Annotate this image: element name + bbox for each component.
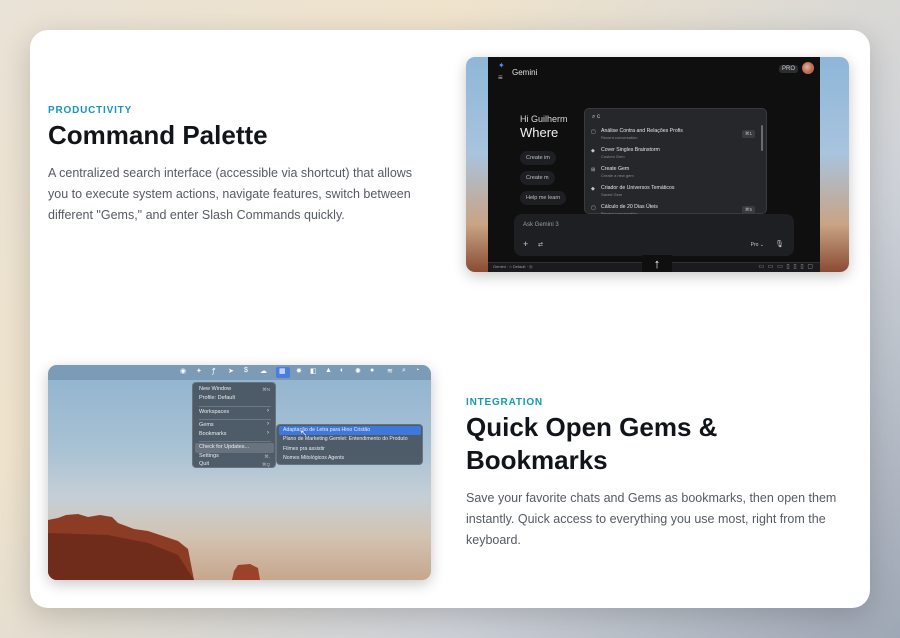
status-icon[interactable]: ✸ <box>296 367 302 375</box>
menu-divider <box>199 419 271 420</box>
palette-item-title: Cálculo de 20 Dias Úteis <box>601 204 658 210</box>
app-name: Gemini <box>512 68 538 77</box>
app-menu-icon[interactable]: ▦ <box>279 367 286 375</box>
menu-item-workspaces[interactable]: Workspaces <box>199 409 229 415</box>
palette-item[interactable]: ⊞ Create Gem Create a new gem <box>585 163 761 182</box>
model-selector[interactable]: Pro ⌄ <box>751 242 764 248</box>
status-icon[interactable]: ꝭ <box>212 367 215 376</box>
menu-item-new-window[interactable]: New Window <box>199 386 231 392</box>
section-description-quick-open: Save your favorite chats and Gems as boo… <box>466 491 837 547</box>
chip-label: Help me learn <box>526 195 561 201</box>
suggestion-chip[interactable]: Create m <box>520 171 555 185</box>
telegram-icon[interactable]: ➤ <box>228 367 234 375</box>
bookmark-item[interactable]: Filmes pra assistir <box>283 446 325 452</box>
wifi-icon[interactable]: ≋ <box>387 367 393 375</box>
palette-item-subtitle: Recent conversation <box>601 135 638 140</box>
arrow-up-icon[interactable]: ↑ <box>642 255 672 272</box>
avatar[interactable] <box>802 62 814 74</box>
command-palette: ⌕ c ▢ Análise Contra and Relações Profis… <box>584 108 767 216</box>
pro-badge: PRO <box>778 65 798 73</box>
palette-item[interactable]: ▢ Análise Contra and Relações Profis Rec… <box>585 125 761 144</box>
palette-search-input[interactable]: ⌕ c <box>592 114 600 121</box>
menu-item-profile[interactable]: Profile: Default <box>199 395 235 401</box>
menu-item-quit[interactable]: Quit <box>199 461 209 467</box>
menu-divider <box>199 406 271 407</box>
menu-icon[interactable]: ≡ <box>498 73 503 82</box>
palette-item-subtitle: Custom Gem <box>601 154 625 159</box>
bookmark-item[interactable]: Nomes Mitológicos Agents <box>283 455 344 461</box>
shortcut-hint: ⌘N <box>262 387 270 392</box>
prompt-input[interactable]: Ask Gemini 3 <box>523 222 559 228</box>
bookmark-item[interactable]: Adaptação de Letra para Hino Cristão <box>283 427 370 433</box>
chip-label: Create m <box>526 175 549 181</box>
gem-icon: ◆ <box>591 186 595 192</box>
cloud-icon[interactable]: ☁ <box>260 367 267 375</box>
greeting-text: Hi Guilherm <box>520 114 568 124</box>
menu-item-settings[interactable]: Settings <box>199 453 219 459</box>
menu-divider <box>199 441 271 442</box>
shortcut-badge: ⌘1 <box>741 130 755 138</box>
add-icon[interactable]: + <box>523 239 528 249</box>
section-title-quick-open-line1: Quick Open Gems & <box>466 412 718 442</box>
section-eyebrow-productivity: PRODUCTIVITY <box>48 105 133 116</box>
status-icon[interactable]: ✦ <box>196 367 202 375</box>
dollar-icon[interactable]: $ <box>244 367 248 374</box>
chip-label: Create im <box>526 155 550 161</box>
palette-item-subtitle: Create a new gem <box>601 173 634 178</box>
gemini-window: ✦ ≡ Gemini PRO Hi Guilherm Where Create … <box>488 57 820 272</box>
status-icon[interactable]: ◧ <box>310 367 317 375</box>
shortcut-badge: ⌘5 <box>741 206 755 214</box>
menu-item-gems[interactable]: Gems <box>199 422 214 428</box>
menu-item-bookmarks[interactable]: Bookmarks <box>199 431 227 437</box>
chevron-right-icon: › <box>267 421 269 427</box>
app-dropdown-menu: New Window ⌘N Profile: Default Workspace… <box>192 382 276 468</box>
chevron-right-icon: › <box>267 430 269 436</box>
status-bar-left: Gemini · ⌂ Default · ◎ <box>493 264 533 269</box>
suggestion-chip[interactable]: Help me learn <box>520 191 567 205</box>
gem-icon: ◆ <box>591 148 595 154</box>
status-icon[interactable]: ◉ <box>180 367 186 375</box>
suggestion-chip[interactable]: Create im <box>520 151 556 165</box>
feature-card: PRODUCTIVITY Command Palette A centraliz… <box>30 30 870 608</box>
headline-text: Where <box>520 125 559 140</box>
menu-item-check-updates[interactable]: Check for Updates... <box>199 444 249 450</box>
gemini-logo-icon: ✦ <box>498 61 505 70</box>
command-palette-screenshot: ✦ ≡ Gemini PRO Hi Guilherm Where Create … <box>466 57 849 272</box>
palette-item-title: Create Gem <box>601 166 630 172</box>
menu-bar: ◉ ✦ ꝭ ➤ $ ☁ ▦ ✸ ◧ ▲ ◐ ✺ ● ≋ ⌕ ◔ <box>48 365 431 380</box>
palette-item-title: Criador de Universos Temáticos <box>601 185 675 191</box>
search-icon[interactable]: ⌕ <box>402 367 406 375</box>
status-icon[interactable]: ◐ <box>340 367 344 374</box>
section-eyebrow-integration: INTEGRATION <box>466 397 543 408</box>
tools-icon[interactable]: ⇄ <box>538 241 543 248</box>
palette-item-title: Análise Contra and Relações Profis <box>601 128 683 134</box>
status-icon[interactable]: ✺ <box>355 367 361 375</box>
shortcut-hint: ⌘, <box>264 454 270 459</box>
menubar-screenshot: ◉ ✦ ꝭ ➤ $ ☁ ▦ ✸ ◧ ▲ ◐ ✺ ● ≋ ⌕ ◔ New Wind… <box>48 365 431 580</box>
section-title-command-palette: Command Palette <box>48 120 268 150</box>
section-title-quick-open-line2: Bookmarks <box>466 445 608 475</box>
cursor-icon: ↖ <box>300 428 308 438</box>
palette-item[interactable]: ◆ Criador de Universos Temáticos Saved G… <box>585 182 761 201</box>
status-icon[interactable]: ● <box>370 367 374 374</box>
palette-query: c <box>597 114 601 120</box>
palette-scrollbar[interactable] <box>761 125 763 151</box>
palette-item-subtitle: Saved Gem <box>601 192 623 197</box>
microphone-icon[interactable]: 🎙 <box>775 240 784 248</box>
prompt-composer[interactable]: Ask Gemini 3 + ⇄ Pro ⌄ 🎙 <box>514 214 794 256</box>
status-bar-icons: ▭ ▭ ▭ ▯ ▯ ▯ ▢ <box>758 264 814 270</box>
chat-icon: ▢ <box>591 205 596 211</box>
section-description-command-palette: A centralized search interface (accessib… <box>48 166 413 222</box>
chat-icon: ▢ <box>591 129 596 135</box>
palette-results: ▢ Análise Contra and Relações Profis Rec… <box>585 125 761 220</box>
palette-item[interactable]: ◆ Cover Singles Brainstorm Custom Gem <box>585 144 761 163</box>
control-center-icon[interactable]: ◔ <box>415 367 419 374</box>
palette-item-title: Cover Singles Brainstorm <box>601 147 660 153</box>
bookmarks-submenu: Adaptação de Letra para Hino Cristão Pla… <box>276 424 423 465</box>
chevron-right-icon: › <box>267 408 269 414</box>
status-icon[interactable]: ▲ <box>325 367 332 374</box>
shortcut-hint: ⌘Q <box>261 462 270 467</box>
add-icon: ⊞ <box>591 167 596 173</box>
